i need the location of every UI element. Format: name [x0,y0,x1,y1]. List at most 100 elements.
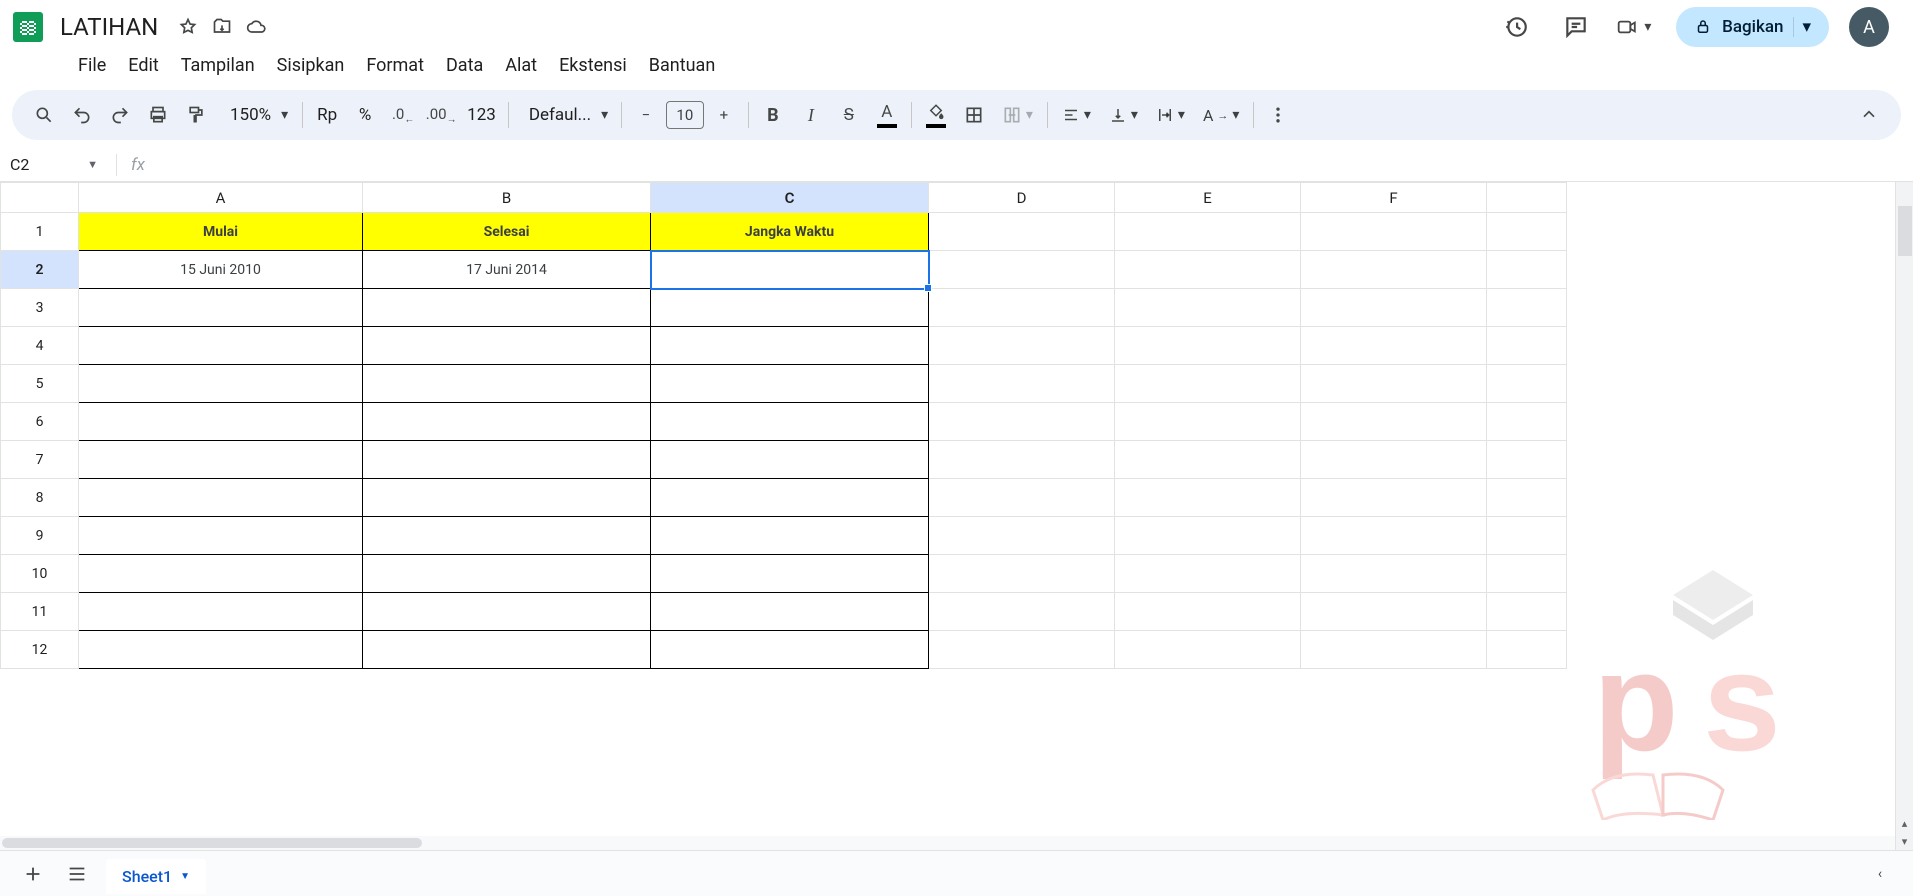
cell[interactable] [651,479,929,517]
percent-format[interactable]: % [347,97,383,133]
cell[interactable] [651,289,929,327]
cell[interactable] [1301,403,1487,441]
scroll-down-icon[interactable]: ▾ [1896,832,1913,850]
cell[interactable] [363,593,651,631]
cell[interactable] [651,631,929,669]
menu-extensions[interactable]: Ekstensi [549,49,637,82]
row-header[interactable]: 7 [1,441,79,479]
formula-bar[interactable] [151,148,1913,181]
cell[interactable] [363,365,651,403]
cell[interactable] [1301,555,1487,593]
scroll-tabs-left[interactable]: ‹ [1865,859,1895,889]
cell[interactable] [1115,441,1301,479]
menu-data[interactable]: Data [436,49,493,82]
font-size-input[interactable]: 10 [666,101,704,129]
vertical-scrollbar[interactable]: ▴ ▾ [1895,182,1913,850]
row-header[interactable]: 1 [1,213,79,251]
horizontal-scrollbar[interactable] [0,836,1895,850]
cell[interactable] [79,631,363,669]
row-header[interactable]: 2 [1,251,79,289]
cell[interactable] [79,403,363,441]
cell[interactable] [651,251,929,289]
cell[interactable] [363,517,651,555]
history-icon[interactable] [1496,7,1536,47]
cell[interactable] [363,555,651,593]
cell[interactable] [1115,251,1301,289]
cloud-status-icon[interactable] [246,17,266,37]
cell[interactable] [79,593,363,631]
scroll-up-icon[interactable]: ▴ [1896,814,1913,832]
font-size-decrease[interactable]: − [628,97,664,133]
add-sheet-button[interactable] [18,859,48,889]
cell[interactable] [1301,327,1487,365]
spreadsheet-grid[interactable]: ABCDEF1MulaiSelesaiJangka Waktu215 Juni … [0,182,1913,850]
cell[interactable] [929,479,1115,517]
account-avatar[interactable]: A [1849,7,1889,47]
cell[interactable]: Mulai [79,213,363,251]
cell[interactable] [1301,593,1487,631]
row-header[interactable]: 4 [1,327,79,365]
share-button[interactable]: Bagikan ▾ [1676,7,1829,47]
search-icon[interactable] [26,97,62,133]
cell[interactable] [651,327,929,365]
cell[interactable] [363,289,651,327]
row-header[interactable]: 5 [1,365,79,403]
cell[interactable] [79,479,363,517]
column-header[interactable]: C [651,183,929,213]
cell[interactable] [1301,479,1487,517]
paint-format-icon[interactable] [178,97,214,133]
select-all-corner[interactable] [1,183,79,213]
borders-icon[interactable] [956,97,992,133]
strikethrough-icon[interactable]: S [831,97,867,133]
cell[interactable] [363,403,651,441]
cell[interactable] [79,517,363,555]
menu-insert[interactable]: Sisipkan [267,49,355,82]
cell[interactable] [79,441,363,479]
cell[interactable] [1115,327,1301,365]
cell[interactable] [1301,365,1487,403]
cell[interactable] [79,365,363,403]
cell[interactable]: 17 Juni 2014 [363,251,651,289]
chevron-down-icon[interactable]: ▼ [180,871,190,882]
cell[interactable] [1115,555,1301,593]
cell[interactable] [1301,213,1487,251]
cell[interactable] [651,517,929,555]
move-icon[interactable] [212,17,232,37]
column-header[interactable]: D [929,183,1115,213]
cell[interactable] [1115,213,1301,251]
cell[interactable] [363,479,651,517]
cell[interactable] [1115,479,1301,517]
cell[interactable] [363,441,651,479]
row-header[interactable]: 11 [1,593,79,631]
column-header[interactable]: A [79,183,363,213]
cell[interactable] [363,327,651,365]
cell[interactable] [929,327,1115,365]
cell[interactable] [929,251,1115,289]
sheets-logo[interactable] [8,7,48,47]
more-icon[interactable] [1260,97,1296,133]
menu-edit[interactable]: Edit [118,49,168,82]
column-header[interactable]: B [363,183,651,213]
cell[interactable] [79,327,363,365]
star-icon[interactable] [178,17,198,37]
row-header[interactable]: 8 [1,479,79,517]
row-header[interactable]: 3 [1,289,79,327]
all-sheets-button[interactable] [62,859,92,889]
chevron-down-icon[interactable]: ▾ [1793,17,1811,37]
cell[interactable] [651,441,929,479]
cell[interactable] [651,593,929,631]
text-color-icon[interactable]: A [869,97,905,133]
comments-icon[interactable] [1556,7,1596,47]
cell[interactable] [1301,517,1487,555]
cell[interactable] [1115,517,1301,555]
cell[interactable] [79,289,363,327]
menu-view[interactable]: Tampilan [171,49,265,82]
merge-cells[interactable]: ▾ [994,105,1041,125]
increase-decimal[interactable]: .00→ [423,97,459,133]
name-box[interactable]: C2 ▼ [0,155,108,174]
doc-title[interactable]: LATIHAN [54,11,164,43]
row-header[interactable]: 9 [1,517,79,555]
fill-color-icon[interactable] [918,97,954,133]
number-format[interactable]: 123 [461,97,502,133]
row-header[interactable]: 12 [1,631,79,669]
